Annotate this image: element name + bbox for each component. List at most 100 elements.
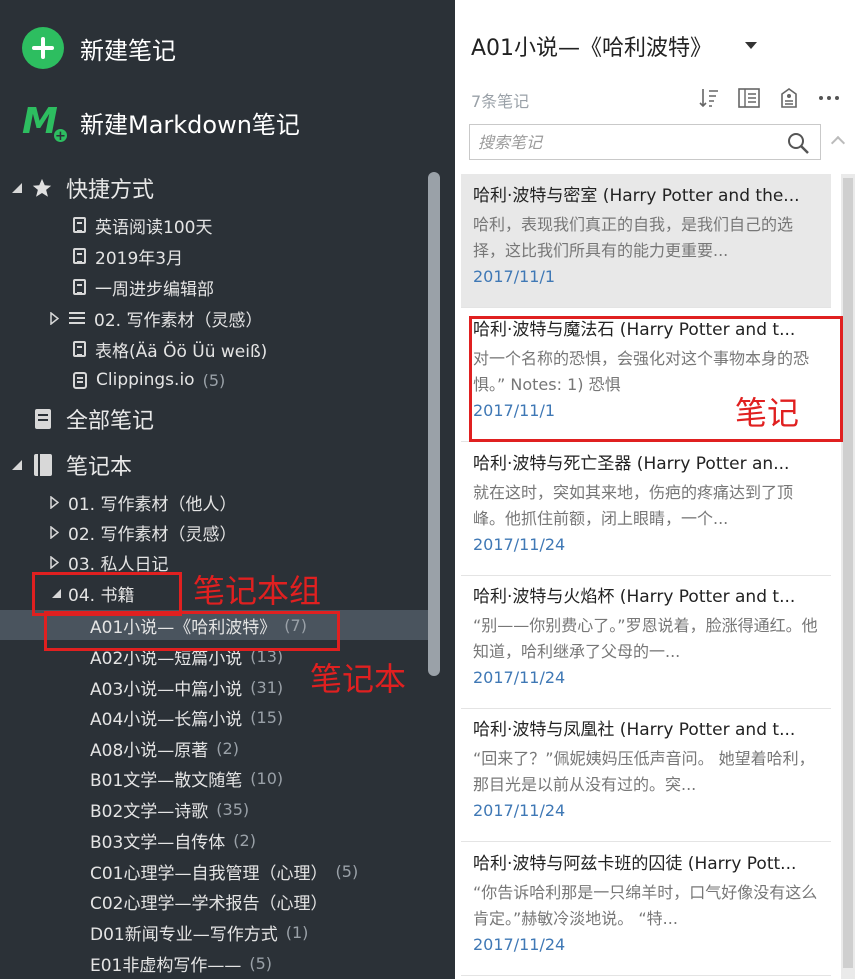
annotation-notebook: 笔记本 [310, 660, 407, 698]
notebook-count: (15) [250, 707, 284, 727]
more-options-icon[interactable] [817, 86, 841, 110]
shortcut-item[interactable]: 一周进步编辑部 [0, 272, 440, 302]
notebook-title[interactable]: A01小说—《哈利波特》 [471, 30, 712, 62]
note-title: 哈利·波特与阿兹卡班的囚徒 (Harry Pott... [473, 854, 797, 874]
sort-icon[interactable] [697, 86, 721, 110]
markdown-icon: M + [22, 101, 68, 144]
note-date: 2017/11/1 [473, 267, 556, 286]
notebook-count: (2) [233, 830, 256, 850]
chevron-down-icon[interactable] [745, 42, 757, 49]
annotation-note: 笔记 [735, 394, 800, 432]
shortcut-label: 02. 写作素材（灵感） [94, 310, 263, 331]
note-icon [73, 341, 86, 357]
search-input[interactable] [470, 125, 770, 159]
notebook-label: B02文学—诗歌 [90, 801, 209, 822]
expand-triangle-icon[interactable] [12, 183, 22, 193]
notebooks-header[interactable]: 笔记本 [0, 450, 440, 480]
note-snippet: “你告诉哈利那是一只绵羊时，口气好像没有这么肯定。”赫敏冷淡地说。 “特... [473, 883, 818, 928]
note-snippet: 就在这时，突如其来地，伤疤的疼痛达到了顶峰。他抓住前额，闭上眼睛，一个... [473, 483, 794, 528]
chevron-up-icon[interactable] [830, 135, 846, 151]
note-title: 哈利·波特与凤凰社 (Harry Potter and t... [473, 720, 796, 740]
collapsed-arrow-icon[interactable] [50, 526, 59, 539]
notebook-count: (1) [285, 922, 309, 942]
note-date: 2017/11/24 [473, 935, 566, 954]
shortcut-label: 英语阅读100天 [95, 217, 213, 238]
shortcut-label: 表格(Ää Öö Üü weiß) [95, 341, 268, 362]
notebooks-label: 笔记本 [66, 455, 133, 480]
notebook-count: (10) [250, 768, 284, 788]
notebook-item[interactable]: B02文学—诗歌 (35) [0, 794, 440, 824]
collapsed-arrow-icon[interactable] [50, 496, 59, 509]
notebook-stack-label: 01. 写作素材（他人） [68, 494, 237, 515]
notebook-stack-item[interactable]: 01. 写作素材（他人） [0, 487, 440, 517]
shortcut-item[interactable]: 2019年3月 [0, 241, 440, 271]
view-options-icon[interactable] [737, 86, 761, 110]
search-box [469, 124, 821, 160]
all-notes-item[interactable]: 全部笔记 [0, 404, 440, 434]
notebook-item[interactable]: C02心理学—学术报告（心理） [0, 886, 440, 916]
note-card[interactable]: 哈利·波特与密室 (Harry Potter and the... 哈利，表现我… [461, 174, 831, 308]
sidebar-scrollbar[interactable] [428, 172, 440, 676]
notebook-label: B03文学—自传体 [90, 832, 226, 853]
note-card[interactable]: 哈利·波特与火焰杯 (Harry Potter and t... “别——你别费… [461, 575, 831, 709]
star-icon [32, 178, 52, 197]
notebook-item[interactable]: C01心理学—自我管理（心理） (5) [0, 856, 440, 886]
annotation-notebook-group: 笔记本组 [193, 572, 322, 610]
collapsed-arrow-icon[interactable] [50, 312, 59, 325]
note-card[interactable]: 哈利·波特与死亡圣器 (Harry Potter an... 就在这时，突如其来… [461, 442, 831, 576]
new-note-button[interactable]: 新建笔记 [22, 26, 176, 70]
shortcuts-label: 快捷方式 [66, 178, 155, 203]
sidebar: 新建笔记 M + 新建Markdown笔记 快捷方式 英语阅读100天 2019年… [0, 0, 455, 979]
notebook-stack-label: 03. 私人日记 [68, 554, 169, 575]
shortcut-item[interactable]: Clippings.io (5) [0, 365, 440, 395]
notebook-item[interactable]: B01文学—散文随笔 (10) [0, 763, 440, 793]
notebook-count: (5) [335, 861, 359, 881]
notebook-item[interactable]: A08小说—原著 (2) [0, 733, 440, 763]
shortcuts-header[interactable]: 快捷方式 [0, 173, 440, 203]
note-date: 2017/11/24 [473, 668, 566, 687]
note-list-scrollbar[interactable] [841, 174, 855, 979]
note-title: 哈利·波特与密室 (Harry Potter and the... [473, 186, 800, 206]
expand-triangle-icon[interactable] [12, 460, 22, 470]
shortcut-label: 2019年3月 [95, 248, 184, 269]
note-date: 2017/11/24 [473, 535, 566, 554]
note-card[interactable]: 哈利·波特与凤凰社 (Harry Potter and t... “回来了？”佩… [461, 708, 831, 842]
notebook-stack-label: 02. 写作素材（灵感） [68, 524, 237, 545]
new-markdown-label: 新建Markdown笔记 [80, 110, 300, 139]
note-list-pane: A01小说—《哈利波特》 7条笔记 哈利·波特与密室 (Harry Potter… [455, 0, 866, 979]
notebook-count: (5) [249, 953, 273, 973]
note-card[interactable]: 哈利·波特与阿兹卡班的囚徒 (Harry Pott... “你告诉哈利那是一只绵… [461, 842, 831, 976]
clipping-icon [73, 371, 87, 389]
notebook-item[interactable]: B03文学—自传体 (2) [0, 825, 440, 855]
notebook-count: (2) [216, 738, 239, 758]
notebook-stack-item[interactable]: 02. 写作素材（灵感） [0, 517, 440, 547]
shortcut-label: Clippings.io [96, 370, 195, 390]
shortcut-item[interactable]: 英语阅读100天 [0, 210, 440, 240]
note-icon [73, 248, 86, 264]
notebook-item[interactable]: A04小说—长篇小说 (15) [0, 702, 440, 732]
note-snippet: 哈利，表现我们真正的自我，是我们自己的选择，这比我们所具有的能力更重要... [473, 215, 794, 260]
note-icon [73, 217, 86, 233]
shortcut-count: (5) [202, 370, 226, 390]
notebook-item[interactable]: E01非虚构写作—— (5) [0, 948, 440, 978]
notebook-label: E01非虚构写作—— [90, 955, 242, 976]
notebook-label: C01心理学—自我管理（心理） [90, 863, 328, 884]
search-icon[interactable] [786, 131, 810, 155]
note-date: 2017/11/24 [473, 801, 566, 820]
notebook-item[interactable]: D01新闻专业—写作方式 (1) [0, 917, 440, 947]
collapsed-arrow-icon[interactable] [50, 556, 59, 569]
note-title: 哈利·波特与火焰杯 (Harry Potter and t... [473, 587, 796, 607]
new-note-label: 新建笔记 [80, 36, 176, 65]
notebook-label: A04小说—长篇小说 [90, 709, 243, 730]
shortcut-item[interactable]: 表格(Ää Öö Üü weiß) [0, 334, 440, 364]
annotation-box-notebook [44, 611, 340, 651]
notebook-label: A08小说—原著 [90, 740, 209, 761]
notebook-info-icon[interactable] [777, 86, 801, 110]
shortcut-item[interactable]: 02. 写作素材（灵感） [0, 303, 440, 333]
all-notes-label: 全部笔记 [66, 409, 155, 434]
note-title: 哈利·波特与死亡圣器 (Harry Potter an... [473, 454, 790, 474]
new-markdown-button[interactable]: M + 新建Markdown笔记 [22, 100, 300, 144]
notebook-label: D01新闻专业—写作方式 [90, 924, 278, 945]
notebook-label: A03小说—中篇小说 [90, 679, 243, 700]
all-notes-icon [35, 409, 51, 429]
